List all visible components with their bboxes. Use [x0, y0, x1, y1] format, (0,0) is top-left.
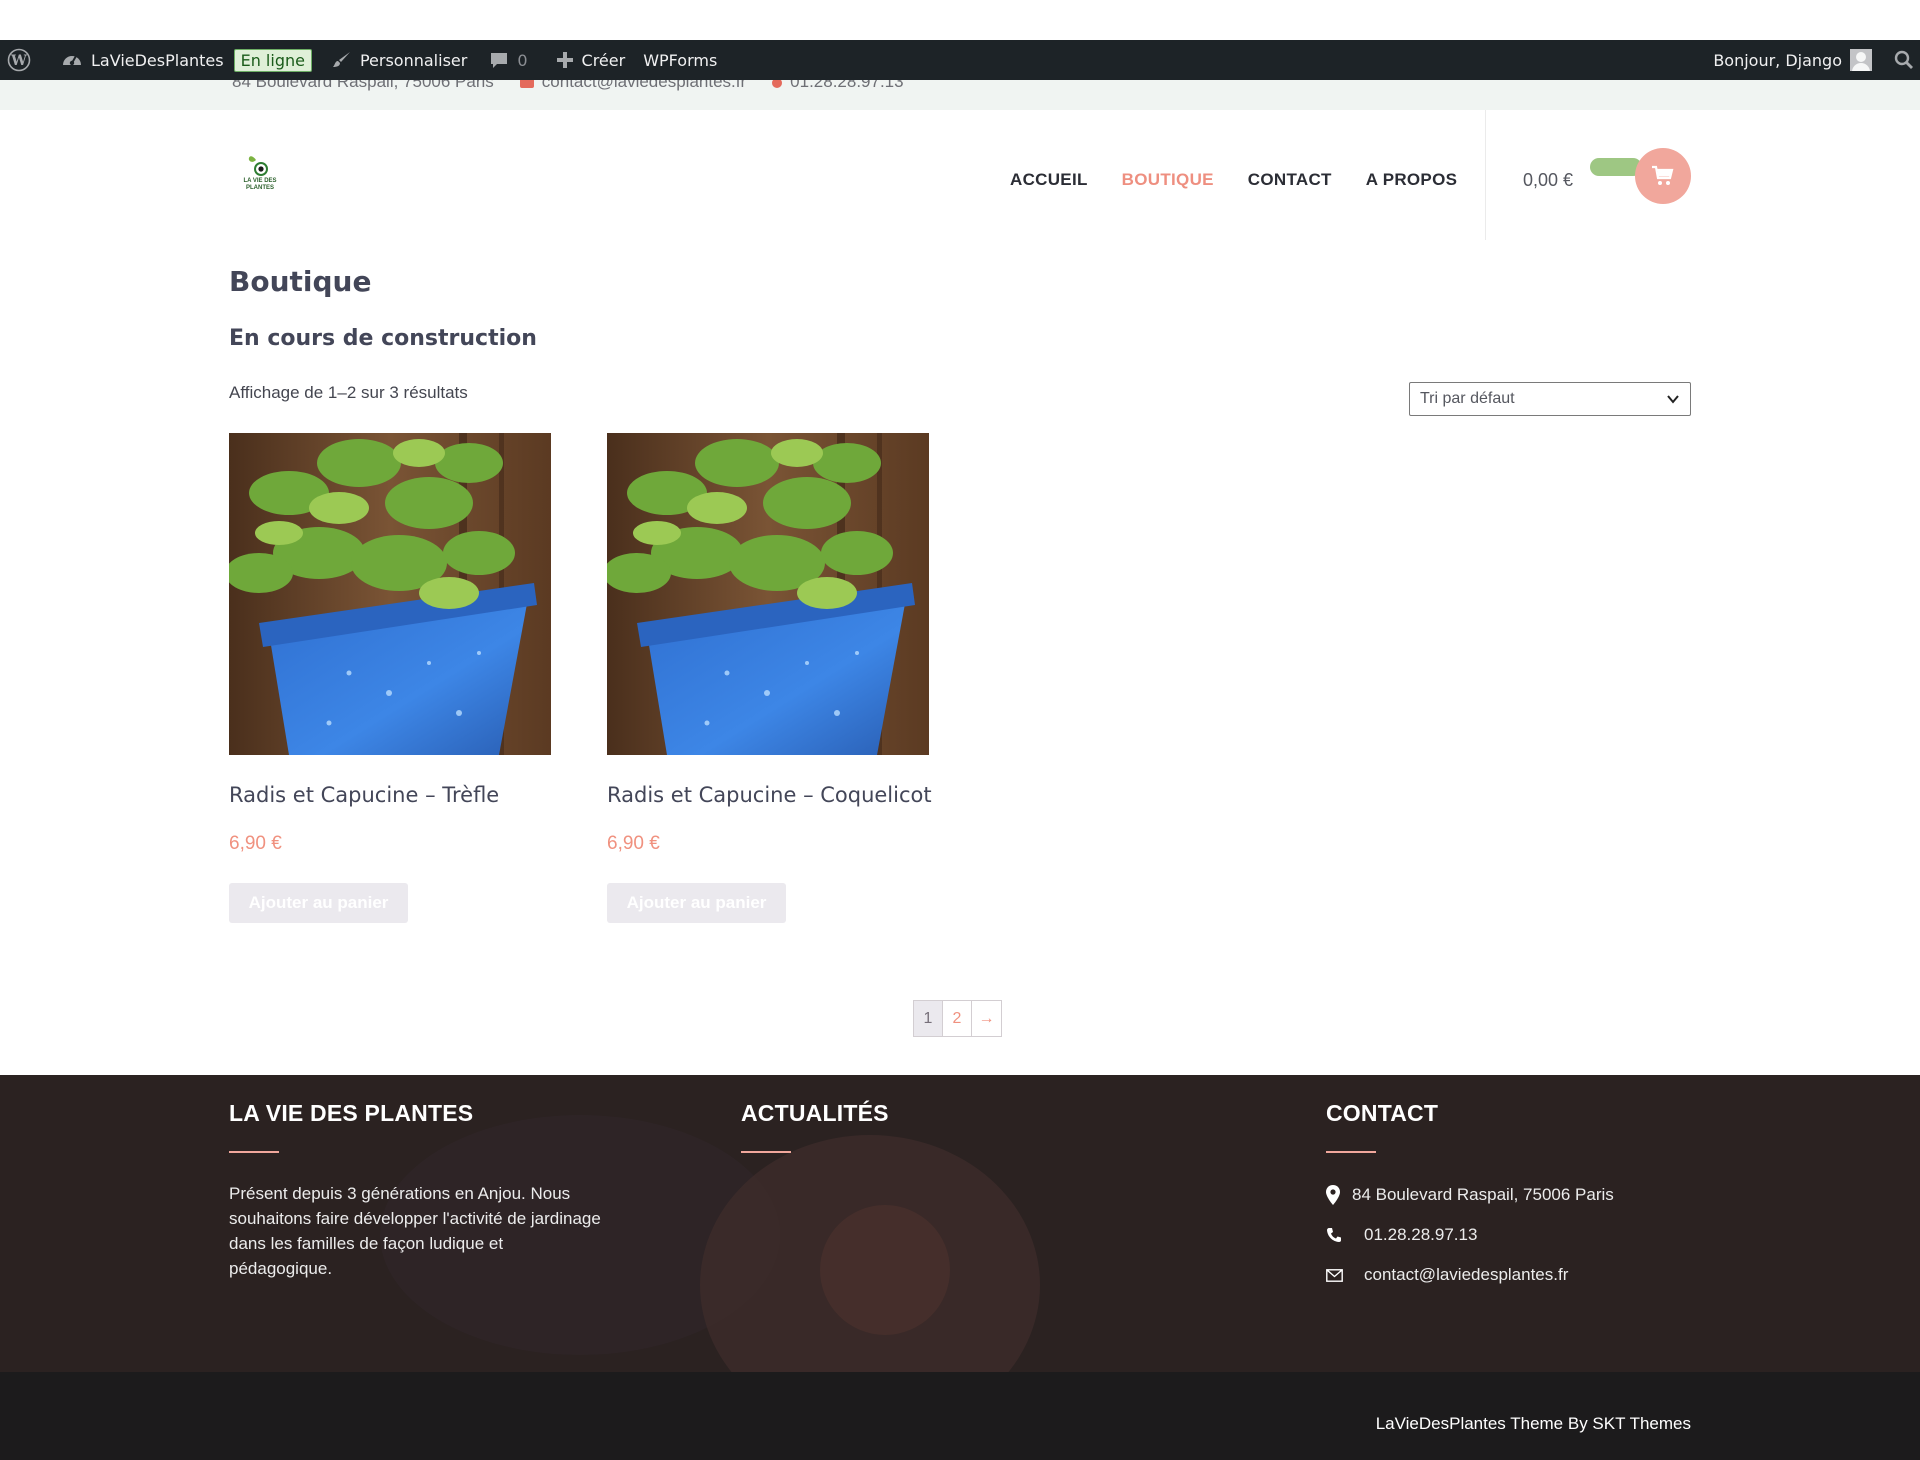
site-header: LA VIE DES PLANTES ACCUEIL BOUTIQUE CONT… [0, 110, 1920, 240]
comments-count: 0 [517, 50, 528, 70]
wordpress-logo-button[interactable]: W [0, 40, 41, 80]
wordpress-icon: W [7, 48, 31, 72]
nav-item-contact[interactable]: CONTACT [1248, 170, 1332, 190]
topbar-email[interactable]: contact@laviedesplantes.fr [519, 80, 746, 92]
logo-text: LA VIE DES PLANTES [243, 178, 277, 191]
product-title[interactable]: Radis et Capucine – Coquelicot [607, 783, 932, 807]
svg-text:W: W [10, 53, 27, 69]
footer-credit[interactable]: LaVieDesPlantes Theme By SKT Themes [1376, 1414, 1691, 1434]
page-title: Boutique [229, 265, 372, 298]
nav-item-boutique[interactable]: BOUTIQUE [1122, 170, 1214, 190]
user-account-menu[interactable]: Bonjour, Django [1703, 40, 1884, 80]
customize-label: Personnaliser [359, 50, 468, 70]
plant-pot-photo [229, 433, 551, 755]
leaf-logo-icon [248, 156, 268, 176]
product-image[interactable] [607, 433, 929, 755]
search-icon [1894, 50, 1913, 69]
footer-contact-column: CONTACT 84 Boulevard Raspail, 75006 Pari… [1326, 1100, 1614, 1303]
site-name-menu[interactable]: LaVieDesPlantes En ligne [41, 40, 322, 80]
phone-icon [772, 80, 783, 88]
chevron-down-icon [1667, 395, 1679, 404]
cart-total[interactable]: 0,00 € [1523, 170, 1573, 191]
bottom-bar: LaVieDesPlantes Theme By SKT Themes [0, 1372, 1920, 1460]
add-to-cart-button[interactable]: Ajouter au panier [607, 883, 786, 923]
wpforms-label: WPForms [643, 50, 718, 70]
admin-bar: W LaVieDesPlantes En ligne Personnaliser… [0, 40, 1920, 80]
product-card: Radis et Capucine – Trèfle 6,90 € Ajoute… [229, 433, 551, 923]
map-pin-icon [1326, 1185, 1340, 1205]
admin-search-button[interactable] [1884, 40, 1920, 80]
online-status-badge: En ligne [233, 48, 312, 72]
footer-title-underline [229, 1151, 279, 1153]
footer-news-column: ACTUALITÉS [741, 1100, 889, 1153]
plant-pot-photo [607, 433, 929, 755]
footer-contact-title: CONTACT [1326, 1100, 1439, 1126]
topbar-phone: 01.28.28.97.13 [772, 80, 904, 92]
phone-icon [1327, 1228, 1341, 1242]
footer-title-underline [741, 1151, 791, 1153]
pagination-next-arrow[interactable]: → [972, 1001, 1001, 1036]
header-divider [1485, 110, 1486, 240]
site-logo[interactable]: LA VIE DES PLANTES [240, 154, 280, 200]
cart-icon [1652, 165, 1674, 185]
pagination: 1 2 → [913, 1000, 1002, 1037]
footer-about-text: Présent depuis 3 générations en Anjou. N… [229, 1184, 601, 1278]
nav-item-accueil[interactable]: ACCUEIL [1010, 170, 1088, 190]
top-blank-area [0, 0, 1920, 40]
page-subtitle: En cours de construction [229, 326, 537, 351]
footer-about-column: LA VIE DES PLANTES Présent depuis 3 géné… [229, 1100, 609, 1281]
comment-icon [491, 53, 508, 68]
dashboard-icon [63, 55, 81, 66]
product-card: Radis et Capucine – Coquelicot 6,90 € Aj… [607, 433, 932, 923]
footer-title-underline [1326, 1151, 1376, 1153]
nav-item-a-propos[interactable]: A PROPOS [1366, 170, 1458, 190]
site-footer: LA VIE DES PLANTES Présent depuis 3 géné… [0, 1075, 1920, 1372]
pagination-current-page: 1 [914, 1001, 943, 1036]
footer-phone: 01.28.28.97.13 [1326, 1223, 1614, 1247]
product-title[interactable]: Radis et Capucine – Trèfle [229, 783, 551, 807]
comments-button[interactable]: 0 [477, 40, 537, 80]
footer-about-title: LA VIE DES PLANTES [229, 1100, 474, 1126]
footer-news-title: ACTUALITÉS [741, 1100, 889, 1126]
plus-icon [556, 52, 573, 68]
topbar-address: 84 Boulevard Raspail, 75006 Paris [232, 80, 494, 91]
brush-icon [332, 52, 350, 67]
envelope-icon [519, 80, 534, 88]
sort-selected-value: Tri par défaut [1420, 390, 1515, 407]
envelope-icon [1326, 1268, 1343, 1282]
create-new-menu[interactable]: Créer [538, 40, 636, 80]
user-greeting: Bonjour, Django [1713, 50, 1842, 70]
customize-button[interactable]: Personnaliser [322, 40, 477, 80]
result-count: Affichage de 1–2 sur 3 résultats [229, 383, 468, 402]
main-nav: ACCUEIL BOUTIQUE CONTACT A PROPOS [1010, 170, 1457, 190]
cart-button[interactable] [1635, 148, 1691, 204]
avatar [1850, 49, 1872, 71]
footer-address: 84 Boulevard Raspail, 75006 Paris [1326, 1183, 1614, 1207]
top-info-strip: 84 Boulevard Raspail, 75006 Paris contac… [0, 80, 1920, 110]
sort-select[interactable]: Tri par défaut [1409, 382, 1691, 416]
pagination-page-2[interactable]: 2 [943, 1001, 972, 1036]
add-to-cart-button[interactable]: Ajouter au panier [229, 883, 408, 923]
product-price: 6,90 € [607, 833, 660, 854]
site-name: LaVieDesPlantes [91, 50, 224, 70]
create-label: Créer [581, 50, 626, 70]
wpforms-menu[interactable]: WPForms [635, 40, 727, 80]
product-image[interactable] [229, 433, 551, 755]
product-price: 6,90 € [229, 833, 282, 854]
footer-email[interactable]: contact@laviedesplantes.fr [1326, 1263, 1614, 1287]
